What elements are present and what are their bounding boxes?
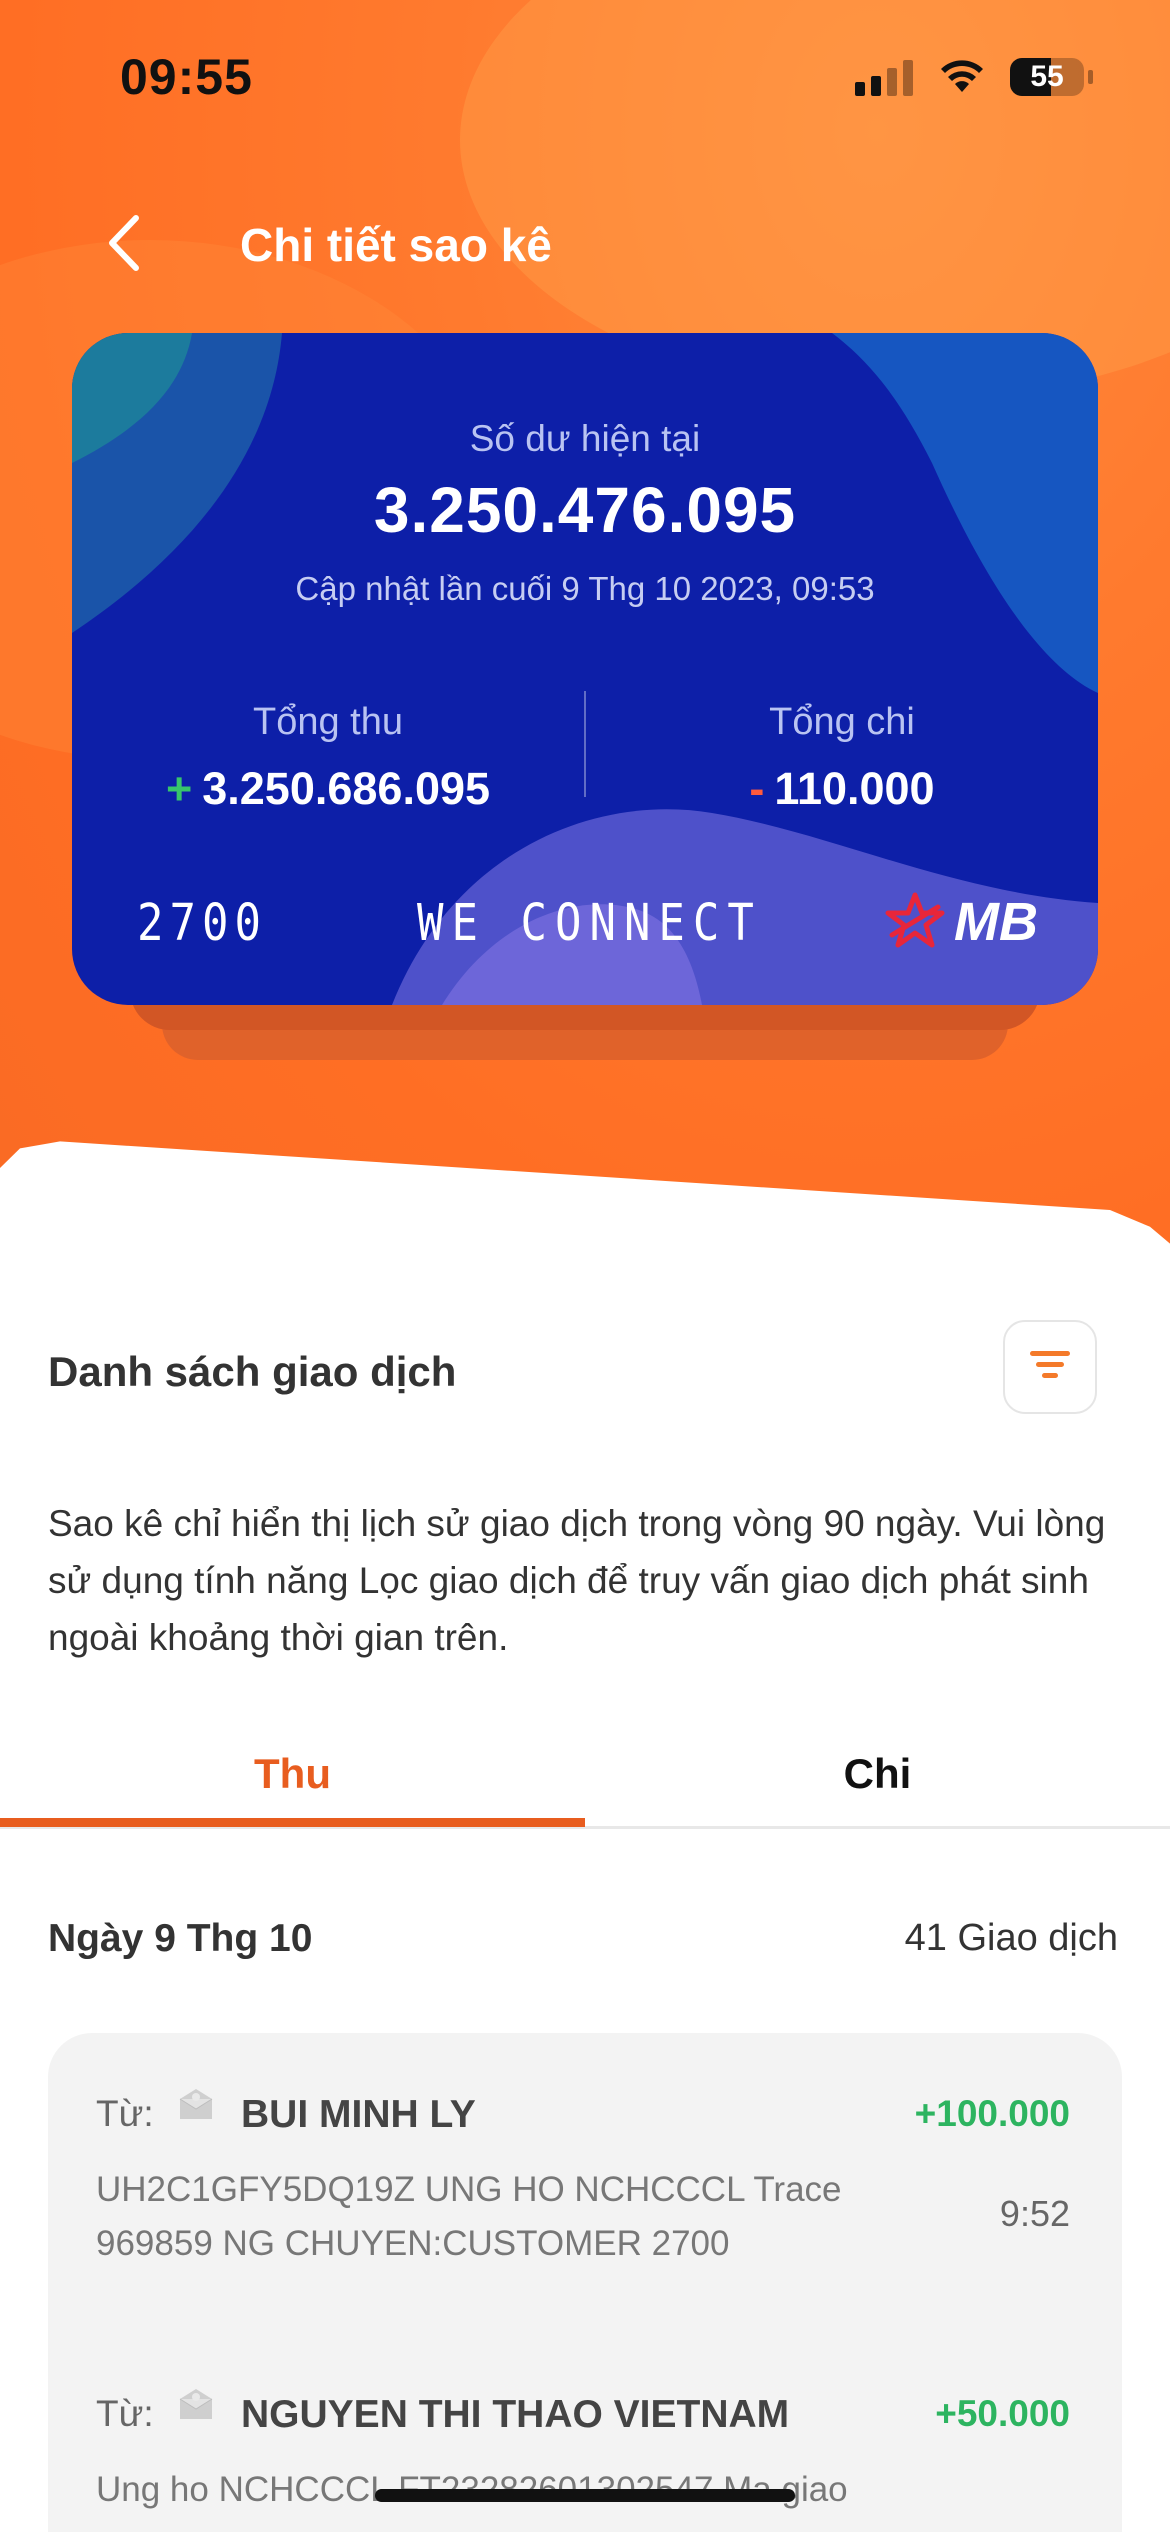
status-bar: 09:55 55 xyxy=(0,0,1170,150)
battery-tip xyxy=(1088,70,1093,84)
transaction-list: Từ: BUI MINH LY +100.000 UH2C1GFY5DQ19Z … xyxy=(48,2033,1122,2532)
battery-icon: 55 xyxy=(1010,58,1084,96)
income-sign: + xyxy=(165,763,193,814)
expense-amount: 110.000 xyxy=(774,763,935,814)
mb-logo: MB xyxy=(882,891,1038,953)
current-balance: 3.250.476.095 xyxy=(373,474,797,546)
expense-sign: - xyxy=(749,763,765,814)
tab-active-indicator xyxy=(0,1818,585,1827)
transaction-description: UH2C1GFY5DQ19Z UNG HO NCHCCCL Trace 9698… xyxy=(96,2170,842,2263)
sender-avatar-icon xyxy=(179,2089,213,2119)
total-income-value: +3.250.686.095 xyxy=(72,763,584,815)
total-expense-label: Tổng chi xyxy=(769,701,915,743)
day-group-date: Ngày 9 Thg 10 xyxy=(48,1917,313,1960)
back-arrow-icon[interactable] xyxy=(100,210,150,276)
from-label: Từ: xyxy=(96,2093,154,2134)
transactions-section-title: Danh sách giao dịch xyxy=(48,1348,457,1395)
total-income-label: Tổng thu xyxy=(253,701,403,743)
mb-star-icon xyxy=(885,892,945,948)
filter-button[interactable] xyxy=(1003,1320,1097,1414)
cellular-signal-icon xyxy=(855,60,913,96)
last-updated: Cập nhật lần cuối 9 Thg 10 2023, 09:53 xyxy=(295,570,875,607)
status-time: 09:55 xyxy=(120,49,253,105)
transaction-amount: +50.000 xyxy=(935,2393,1070,2434)
tab-thu[interactable]: Thu xyxy=(0,1750,585,1798)
account-card[interactable]: Số dư hiện tại 3.250.476.095 Cập nhật lầ… xyxy=(72,333,1098,1005)
page-title: Chi tiết sao kê xyxy=(240,219,552,271)
total-expense-value: -110.000 xyxy=(586,763,1098,815)
sender-name: NGUYEN THI THAO VIETNAM xyxy=(241,2393,790,2436)
card-slogan: WE CONNECT xyxy=(417,894,762,953)
history-notice: Sao kê chỉ hiển thị lịch sử giao dịch tr… xyxy=(48,1503,1106,1658)
sender-name: BUI MINH LY xyxy=(241,2093,476,2136)
sender-avatar-icon xyxy=(179,2389,213,2419)
income-amount: 3.250.686.095 xyxy=(202,763,491,814)
transaction-time: 9:52 xyxy=(999,2193,1070,2234)
transaction-amount: +100.000 xyxy=(914,2093,1070,2134)
home-indicator xyxy=(375,2489,795,2502)
wifi-icon xyxy=(941,60,983,92)
filter-icon xyxy=(1030,1351,1070,1378)
tab-chi[interactable]: Chi xyxy=(585,1750,1170,1798)
battery-percent: 55 xyxy=(1030,60,1064,93)
from-label: Từ: xyxy=(96,2393,154,2434)
balance-label: Số dư hiện tại xyxy=(469,418,701,459)
transaction-count: 41 Giao dịch xyxy=(904,1917,1118,1959)
account-suffix: 2700 xyxy=(137,894,267,953)
logo-text: MB xyxy=(954,892,1038,952)
